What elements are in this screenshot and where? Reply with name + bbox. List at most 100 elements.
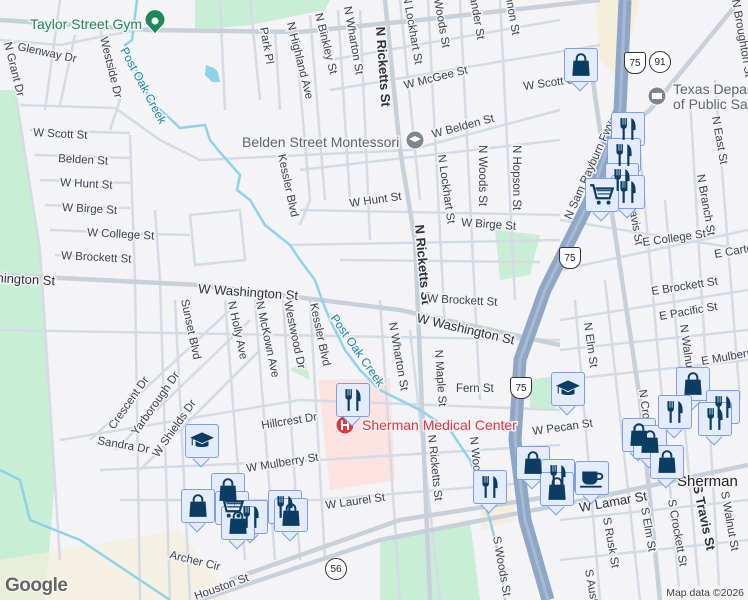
label-birge-2: W Birge St (461, 217, 517, 233)
shopping-bag-icon (568, 52, 594, 78)
graduation-cap-icon (555, 376, 581, 402)
grocery-marker[interactable] (585, 178, 619, 222)
label-binkley: N Binkley St (312, 12, 339, 76)
fork-knife-icon (611, 142, 637, 168)
fork-knife-icon (340, 387, 366, 413)
label-pecan: W Pecan St (532, 418, 595, 438)
map-attribution[interactable]: Map data ©2026 (662, 586, 748, 600)
label-n-elm: N Elm St (581, 322, 599, 369)
shopping-bag-icon (520, 450, 546, 476)
shopping-marker[interactable] (221, 506, 255, 550)
label-maple: N Maple St (432, 349, 448, 407)
marker-box (336, 383, 370, 417)
google-logo: Google (5, 575, 68, 596)
marker-box (658, 395, 692, 429)
city-label: Sherman (677, 473, 738, 490)
marker-box (551, 372, 585, 406)
label-s-elm: S Elm St (638, 506, 658, 553)
sh-91-shield: 91 (649, 51, 671, 73)
us-75-shield: 75 (559, 247, 581, 269)
marker-box (185, 424, 219, 458)
shopping-marker[interactable] (540, 472, 574, 516)
hospital-label: Sherman Medical Center (362, 417, 517, 433)
label-belden: Belden St (58, 153, 109, 168)
label-hunt-2: W Hunt St (349, 191, 403, 210)
school-label: Belden Street Montessori (242, 134, 399, 150)
marker-box (611, 175, 645, 209)
label-birge: W Birge St (62, 202, 118, 217)
shopping-marker[interactable] (274, 498, 308, 542)
label-sunset: Sunset Blvd (178, 298, 202, 361)
label-s-woods: S Woods St (490, 535, 512, 597)
graduation-cap-icon (189, 428, 215, 454)
label-washington: W Washington St (198, 281, 299, 303)
us-75-shield: 75 (510, 377, 532, 399)
school-marker[interactable] (185, 424, 219, 468)
fork-knife-icon (615, 116, 641, 142)
shopping-marker[interactable] (650, 445, 684, 489)
shopping-cart-icon (589, 182, 615, 208)
fork-knife-icon (662, 399, 688, 425)
marker-box (575, 461, 609, 495)
shopping-bag-icon (544, 476, 570, 502)
sh-56-shield: 56 (325, 558, 347, 580)
label-college: W College St (87, 227, 155, 243)
cafe-marker[interactable] (575, 461, 609, 505)
label-mcgee: W McGee St (403, 64, 470, 92)
label-kessler: Kessler Blvd (275, 153, 300, 218)
marker-box (676, 367, 710, 401)
fork-knife-icon (702, 406, 728, 432)
label-washington-west: W Washington St (0, 268, 56, 288)
label-woods-2: N Woods St (476, 145, 488, 207)
restaurant-marker[interactable] (473, 470, 507, 514)
dps-label-1: Texas Department (673, 81, 748, 97)
label-mulberry: W Mulberry St (246, 452, 321, 475)
label-e-carter: E Carter St (713, 239, 748, 261)
school-marker[interactable] (551, 372, 585, 416)
label-rusk: S Rusk St (600, 516, 621, 569)
shopping-bag-icon (680, 371, 706, 397)
marker-box (698, 402, 732, 436)
restaurant-marker[interactable] (698, 402, 732, 446)
dps-label-2: of Public Safety (673, 96, 748, 112)
shopping-bag-icon (278, 502, 304, 528)
label-hunt: W Hunt St (60, 177, 114, 192)
label-washington-east: W Washington St (415, 310, 516, 347)
restaurant-marker[interactable] (658, 395, 692, 439)
street-labels: Glenway Dr N Grant Dr Westside Dr Park P… (0, 0, 748, 600)
marker-box (540, 472, 574, 506)
restaurant-marker[interactable] (336, 383, 370, 427)
marker-box (650, 445, 684, 479)
map-canvas[interactable]: Glenway Dr N Grant Dr Westside Dr Park P… (0, 0, 748, 600)
label-scott: W Scott St (33, 127, 89, 142)
label-cannon: Cannon St (500, 0, 521, 37)
label-e-pacific: E Pacific St (658, 301, 719, 323)
government-pin-icon[interactable] (647, 86, 667, 106)
label-brockett-2: W Brockett St (427, 293, 499, 309)
marker-box (473, 470, 507, 504)
label-fern: Fern St (456, 383, 495, 395)
label-westside: Westside Dr (97, 36, 124, 100)
shopping-bag-icon (654, 449, 680, 475)
label-brockett: W Brockett St (61, 250, 133, 266)
pond (205, 65, 220, 82)
label-sandra: Sandra Dr (96, 435, 150, 456)
marker-box (611, 112, 645, 146)
shopping-marker[interactable] (181, 489, 215, 533)
shopping-marker[interactable] (564, 48, 598, 92)
label-creek-2: Post Oak Creek (328, 312, 389, 390)
coffee-cup-icon (579, 465, 605, 491)
us-75-shield: 75 (624, 52, 646, 74)
label-east: N East St (709, 115, 729, 166)
label-e-brockett: E Brockett St (651, 275, 720, 297)
marker-box (274, 498, 308, 532)
marker-box (181, 489, 215, 523)
fork-knife-icon (615, 179, 641, 205)
label-broughton: N Broughton St (729, 0, 748, 79)
school-pin-icon[interactable] (405, 130, 425, 150)
marker-box (585, 178, 619, 212)
shopping-bag-icon (225, 510, 251, 536)
shopping-bag-icon (185, 493, 211, 519)
marker-box (564, 48, 598, 82)
fork-knife-icon (477, 474, 503, 500)
